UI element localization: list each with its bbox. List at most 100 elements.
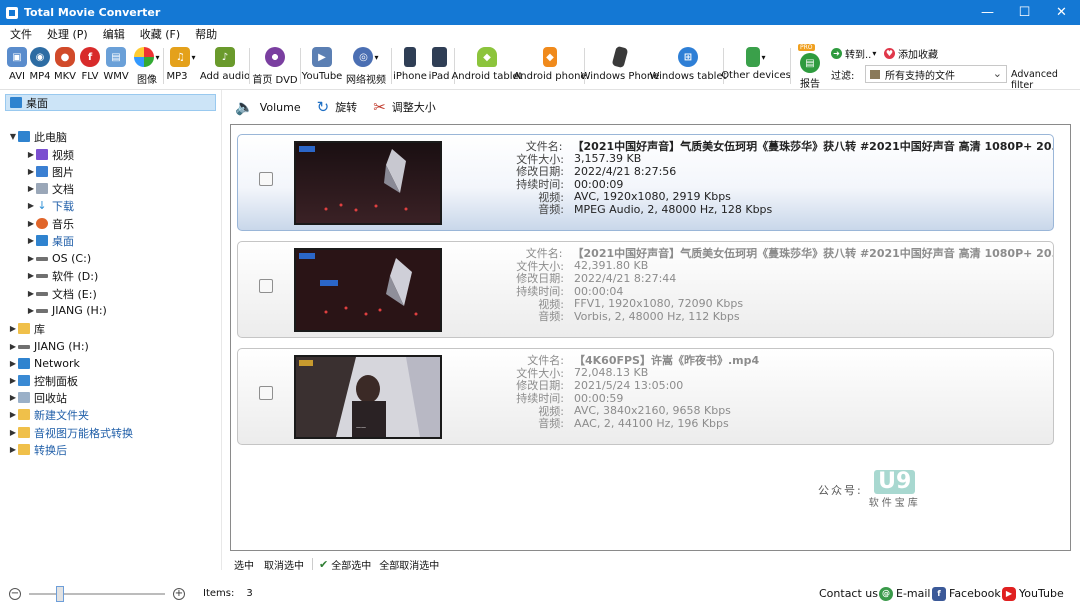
audio-label: 音频: [538, 203, 564, 217]
contact-us-link[interactable]: Contact us [819, 587, 878, 600]
tree-item-jiang-h[interactable]: ▶ JIANG (H:) [8, 338, 89, 355]
windows-tablet-button[interactable]: ⊞ Windows tablet [649, 47, 727, 89]
goto-button[interactable]: ➜ 转到.. ▾ [831, 46, 876, 61]
chevron-right-icon[interactable]: ▶ [26, 271, 36, 280]
chevron-right-icon[interactable]: ▶ [8, 342, 18, 351]
volume-button[interactable]: 🔈 Volume [235, 98, 301, 116]
mp3-button[interactable]: ♫ ▾ MP3 [166, 47, 199, 89]
chevron-right-icon[interactable]: ▶ [26, 150, 36, 159]
chevron-right-icon[interactable]: ▶ [8, 324, 18, 333]
tree-item-videos[interactable]: ▶ 视频 [26, 146, 74, 163]
tree-item-drive-d[interactable]: ▶ 软件 (D:) [26, 267, 98, 284]
deselect-all-button[interactable]: 全部取消选中 [379, 557, 439, 572]
zoom-slider[interactable] [29, 585, 165, 602]
youtube-button[interactable]: ▶ YouTube [301, 47, 343, 89]
iphone-button[interactable]: iPhone [393, 47, 427, 89]
tree-item-music[interactable]: ▶ 音乐 [26, 215, 74, 232]
zoom-out-button[interactable]: − [9, 587, 21, 600]
avi-button[interactable]: ▣ AVI [6, 47, 28, 89]
youtube-label: YouTube [301, 71, 343, 82]
tree-item-recycle-bin[interactable]: ▶ 回收站 [8, 389, 67, 406]
rotate-button[interactable]: ↻ 旋转 [317, 98, 358, 116]
tree-item-drive-c[interactable]: ▶ OS (C:) [26, 250, 91, 267]
youtube-link[interactable]: ▶ YouTube [1002, 586, 1064, 601]
mkv-button[interactable]: ● MKV [54, 47, 76, 89]
add-favorite-button[interactable]: ♥ 添加收藏 [884, 46, 938, 61]
file-card[interactable]: 文件名: 【2021中国好声音】气质美女伍珂玥《蔓珠莎华》获八转 #2021中国好… [237, 134, 1054, 231]
file-checkbox[interactable] [259, 386, 273, 400]
tree-item-new-folder[interactable]: ▶ 新建文件夹 [8, 406, 89, 423]
chevron-right-icon[interactable]: ▶ [26, 219, 36, 228]
file-card[interactable]: —— 文件名: 【4K60FPS】许嵩《昨夜书》.mp4 文件大小: 72,048.… [237, 348, 1054, 445]
android-tablet-button[interactable]: ◆ Android tablet [451, 47, 523, 89]
image-button[interactable]: ▾ 图像 [133, 47, 161, 89]
email-link[interactable]: @ E-mail [879, 586, 931, 601]
chevron-right-icon[interactable]: ▶ [8, 359, 18, 368]
zoom-slider-thumb[interactable] [56, 585, 65, 602]
tree-item-drive-e[interactable]: ▶ 文档 (E:) [26, 285, 97, 302]
add-audio-button[interactable]: ♪ Add audio [200, 47, 250, 89]
chevron-right-icon[interactable]: ▶ [8, 393, 18, 402]
file-card[interactable]: 文件名: 【2021中国好声音】气质美女伍珂玥《蔓珠莎华》获八转 #2021中国好… [237, 241, 1054, 338]
tree-item-downloads[interactable]: ▶ ↓ 下载 [26, 197, 74, 214]
tree-label: 下载 [52, 199, 74, 213]
file-checkbox[interactable] [259, 172, 273, 186]
chevron-right-icon[interactable]: ▶ [8, 428, 18, 437]
filesize-value: 3,157.39 KB [574, 152, 642, 166]
report-button[interactable]: ▤ PRO 报告 [798, 44, 822, 90]
tree-item-libraries[interactable]: ▶ 库 [8, 320, 45, 337]
tree-item-av-converter[interactable]: ▶ 音视图万能格式转换 [8, 424, 133, 441]
android-phone-button[interactable]: ◆ Android phone [513, 47, 587, 89]
filter-select[interactable]: 所有支持的文件 ⌄ [865, 65, 1007, 83]
tree-item-desktop[interactable]: 桌面 [5, 94, 216, 111]
mp4-button[interactable]: ◉ MP4 [29, 47, 51, 89]
chevron-right-icon[interactable]: ▶ [8, 410, 18, 419]
select-all-button[interactable]: 全部选中 [331, 557, 371, 572]
menu-help[interactable]: 帮助 [185, 26, 222, 42]
close-button[interactable]: ✕ [1043, 0, 1080, 25]
ipad-button[interactable]: iPad [428, 47, 450, 89]
chevron-right-icon[interactable]: ▶ [26, 306, 36, 315]
other-devices-button[interactable]: ▾ Other devices [721, 47, 791, 89]
tree-item-converted[interactable]: ▶ 转换后 [8, 441, 67, 458]
advanced-filter-link[interactable]: Advanced filter [1011, 69, 1080, 91]
mp3-label: MP3 [166, 71, 188, 82]
chevron-right-icon[interactable]: ▶ [26, 236, 36, 245]
web-video-button[interactable]: ◎ ▾ 网络视频 [345, 47, 387, 89]
maximize-button[interactable]: ☐ [1006, 0, 1043, 25]
deselect-button[interactable]: 取消选中 [264, 557, 304, 572]
tree-item-documents[interactable]: ▶ 文档 [26, 180, 74, 197]
chevron-right-icon[interactable]: ▶ [26, 184, 36, 193]
menu-edit[interactable]: 编辑 [93, 26, 130, 42]
menu-process[interactable]: 处理 (P) [37, 26, 93, 42]
chevron-right-icon[interactable]: ▶ [8, 445, 18, 454]
flv-button[interactable]: f FLV [79, 47, 101, 89]
zoom-in-button[interactable]: + [173, 587, 185, 600]
menu-favorites[interactable]: 收藏 (F) [130, 26, 185, 42]
email-label: E-mail [896, 587, 931, 600]
audio-label: 音频: [538, 310, 564, 324]
tree-item-network[interactable]: ▶ Network [8, 355, 80, 372]
tree-item-drive-h[interactable]: ▶ JIANG (H:) [26, 302, 107, 319]
file-checkbox[interactable] [259, 279, 273, 293]
tree-item-desktop-pc[interactable]: ▶ 桌面 [26, 232, 74, 249]
dvd-button[interactable]: 首页 DVD [252, 47, 298, 89]
tree-item-pictures[interactable]: ▶ 图片 [26, 163, 74, 180]
menu-file[interactable]: 文件 [0, 26, 37, 42]
minimize-button[interactable]: — [969, 0, 1006, 25]
chevron-right-icon[interactable]: ▶ [8, 376, 18, 385]
select-button[interactable]: 选中 [234, 557, 254, 572]
tree-item-this-pc[interactable]: ▼ 此电脑 [8, 128, 67, 145]
tree-item-control-panel[interactable]: ▶ 控制面板 [8, 372, 78, 389]
chevron-right-icon[interactable]: ▶ [26, 167, 36, 176]
chevron-right-icon[interactable]: ▶ [26, 254, 36, 263]
chevron-right-icon[interactable]: ▶ [26, 201, 36, 210]
computer-icon [18, 131, 30, 142]
chevron-right-icon[interactable]: ▶ [26, 289, 36, 298]
resize-button[interactable]: ✂ 调整大小 [373, 98, 436, 116]
windows-phone-button[interactable]: Windows Phone [581, 45, 659, 89]
wmv-button[interactable]: ▤ WMV [103, 47, 129, 89]
chevron-down-icon[interactable]: ▼ [8, 132, 18, 141]
facebook-link[interactable]: f Facebook [932, 586, 1001, 601]
dvd-label: 首页 DVD [252, 75, 298, 86]
